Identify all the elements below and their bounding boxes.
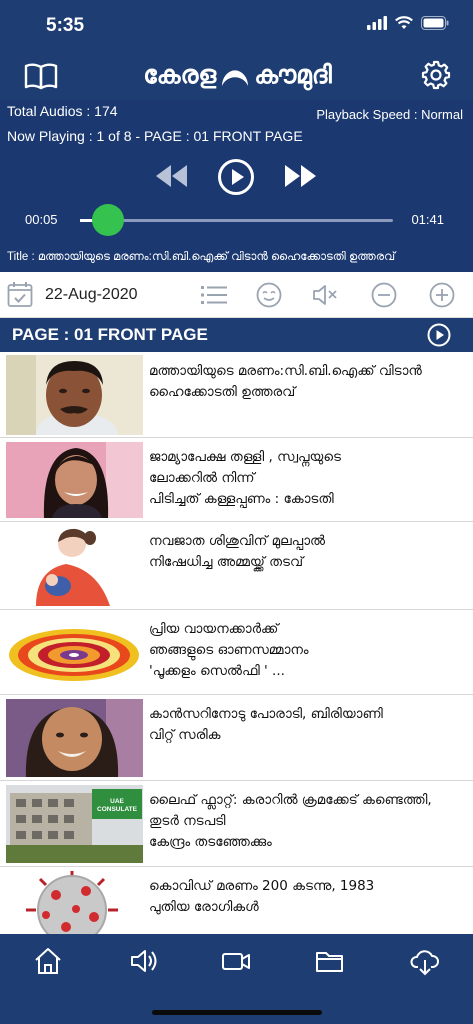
current-time: 00:05 xyxy=(25,212,58,227)
article-headline: ലൈഫ് ഫ്ലാറ്റ്: കരാറിൽ ക്രമക്കേട് കണ്ടെത്… xyxy=(149,792,432,850)
logo-text-left: കേരള xyxy=(143,60,217,89)
article-headline: കൊവിഡ് മരണം 200 കടന്നു, 1983 പുതിയ രോഗിക… xyxy=(149,878,375,915)
download-icon[interactable] xyxy=(410,946,440,976)
total-audios-label: Total Audios : 174 xyxy=(7,103,118,119)
article-list: മത്തായിയുടെ മരണം:സി.ബി.ഐക്ക് വിടാൻ ഹൈക്ക… xyxy=(0,352,473,934)
book-icon[interactable] xyxy=(24,62,58,90)
emoji-icon[interactable] xyxy=(255,281,283,309)
logo-moon-icon xyxy=(222,70,249,86)
wifi-icon xyxy=(395,16,413,29)
article-row[interactable]: മത്തായിയുടെ മരണം:സി.ബി.ഐക്ക് വിടാൻ ഹൈക്ക… xyxy=(0,352,473,438)
cellular-signal-icon xyxy=(367,16,387,30)
page-section-header[interactable]: PAGE : 01 FRONT PAGE xyxy=(0,318,473,352)
fast-forward-icon[interactable] xyxy=(284,163,318,189)
section-title: PAGE : 01 FRONT PAGE xyxy=(12,325,208,344)
video-icon[interactable] xyxy=(221,946,251,976)
logo-text-right: കൗമുദി xyxy=(254,60,332,89)
zoom-in-icon[interactable] xyxy=(428,281,456,309)
article-row[interactable]: കാൻസറിനോടു പോരാടി, ബിരിയാണി വിറ്റ് സരിക xyxy=(0,695,473,781)
article-thumbnail xyxy=(6,615,143,690)
selected-date[interactable]: 22-Aug-2020 xyxy=(45,286,138,304)
article-headline: കാൻസറിനോടു പോരാടി, ബിരിയാണി വിറ്റ് സരിക xyxy=(149,706,383,743)
status-icons xyxy=(367,16,449,30)
article-row[interactable]: പ്രിയ വായനക്കാർക്ക് ഞങ്ങളുടെ ഓണസമ്മാനം '… xyxy=(0,610,473,695)
calendar-icon[interactable] xyxy=(7,281,33,308)
article-thumbnail-sign: UAE CONSULATE xyxy=(97,798,137,813)
article-headline: ജാമ്യാപേക്ഷ തള്ളി , സ്വപ്നയുടെ ലോക്കറിൽ … xyxy=(149,449,341,507)
article-headline: പ്രിയ വായനക്കാർക്ക് ഞങ്ങളുടെ ഓണസമ്മാനം '… xyxy=(149,621,309,679)
audio-icon[interactable] xyxy=(129,946,159,976)
article-row[interactable]: UAE CONSULATE ലൈഫ് ഫ്ലാറ്റ്: കരാറിൽ ക്രമ… xyxy=(0,781,473,867)
progress-slider[interactable] xyxy=(80,204,393,236)
app-bar: കേരള കൗമുദി xyxy=(0,50,473,100)
article-thumbnail xyxy=(6,699,143,777)
article-thumbnail xyxy=(6,526,143,606)
article-thumbnail xyxy=(6,355,143,435)
playback-speed-label[interactable]: Playback Speed : Normal xyxy=(316,107,463,122)
article-row[interactable]: ജാമ്യാപേക്ഷ തള്ളി , സ്വപ്നയുടെ ലോക്കറിൽ … xyxy=(0,438,473,522)
toolbar: 22-Aug-2020 xyxy=(0,272,473,318)
battery-icon xyxy=(421,16,449,30)
playback-controls xyxy=(0,158,473,198)
article-thumbnail xyxy=(6,785,143,863)
article-headline: മത്തായിയുടെ മരണം:സി.ബി.ഐക്ക് വിടാൻ ഹൈക്ക… xyxy=(149,363,422,400)
mute-icon[interactable] xyxy=(311,281,339,309)
article-row[interactable]: നവജാത ശിശുവിന് മുലപ്പാൽ നിഷേധിച്ച അമ്മയ്… xyxy=(0,522,473,610)
progress-thumb[interactable] xyxy=(92,204,125,236)
gear-icon[interactable] xyxy=(421,60,451,90)
audio-player-panel: Total Audios : 174 Playback Speed : Norm… xyxy=(0,100,473,272)
article-headline: നവജാത ശിശുവിന് മുലപ്പാൽ നിഷേധിച്ച അമ്മയ്… xyxy=(149,533,326,570)
play-section-icon[interactable] xyxy=(427,323,451,347)
duration-time: 01:41 xyxy=(411,212,444,227)
home-icon[interactable] xyxy=(33,946,63,976)
folder-icon[interactable] xyxy=(315,946,345,976)
article-row[interactable]: കൊവിഡ് മരണം 200 കടന്നു, 1983 പുതിയ രോഗിക… xyxy=(0,867,473,934)
now-playing-label: Now Playing : 1 of 8 - PAGE : 01 FRONT P… xyxy=(7,128,303,144)
zoom-out-icon[interactable] xyxy=(370,281,398,309)
now-playing-title: Title : മത്തായിയുടെ മരണം:സി.ബി.ഐക്ക് വിട… xyxy=(7,251,396,263)
play-icon[interactable] xyxy=(217,158,255,196)
status-bar: 5:35 xyxy=(0,0,473,50)
status-time: 5:35 xyxy=(46,15,85,36)
home-indicator xyxy=(152,1010,322,1015)
article-thumbnail xyxy=(6,871,143,934)
list-icon[interactable] xyxy=(200,281,228,309)
rewind-icon[interactable] xyxy=(154,163,188,189)
article-thumbnail xyxy=(6,442,143,518)
app-logo: കേരള കൗമുദി xyxy=(130,57,345,93)
